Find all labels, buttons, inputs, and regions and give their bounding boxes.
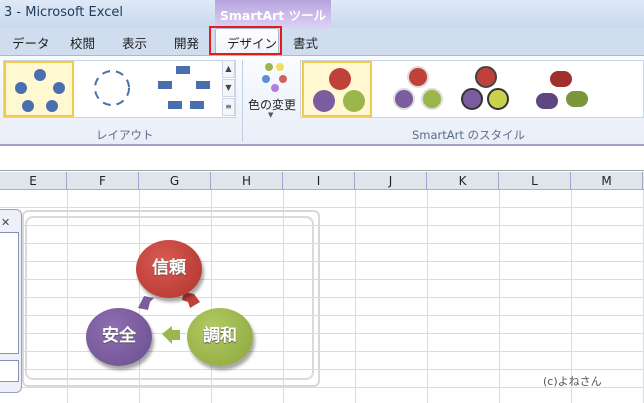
chevron-down-icon: ▼ [268,111,274,119]
gallery-scroll-up[interactable]: ▲ [222,60,235,78]
text-pane-footer [0,360,19,382]
layout-block-cycle[interactable] [150,61,220,117]
tab-developer[interactable]: 開発 [174,33,199,52]
gallery-scroll-down[interactable]: ▼ [222,79,235,97]
window-title: 3 - Microsoft Excel [4,5,123,20]
tab-view[interactable]: 表示 [122,33,147,52]
gallery-more[interactable]: ≡ [222,98,235,116]
arrow-green [162,326,180,344]
grid-row-line [0,207,644,208]
column-g[interactable]: G [139,172,211,190]
column-m[interactable]: M [571,172,643,190]
highlight-box [209,26,282,55]
layout-basic-cycle[interactable] [4,61,74,117]
layout-text-cycle[interactable] [80,61,150,117]
style-option-4[interactable] [526,61,596,117]
text-pane-input[interactable] [0,232,19,354]
node-harmony[interactable]: 調和 [187,308,253,366]
node-trust[interactable]: 信頼 [136,240,202,298]
column-h[interactable]: H [211,172,283,190]
column-header: E F G H I J K L M [0,172,644,190]
text-pane[interactable]: ✕ [0,209,22,393]
palette-icon [262,63,287,92]
style-option-1[interactable] [302,61,372,117]
column-j[interactable]: J [355,172,427,190]
watermark: (c)よねさん [543,375,602,388]
tab-review[interactable]: 校閲 [70,33,95,52]
style-option-3[interactable] [452,61,522,117]
style-option-2[interactable] [384,61,454,117]
ribbon-tabs [0,28,644,56]
smartart-tools-label: SmartArt ツール [219,8,327,23]
group-divider [242,60,243,142]
node-safety[interactable]: 安全 [86,308,152,366]
layout-group-label: レイアウト [96,128,154,142]
column-k[interactable]: K [427,172,499,190]
column-f[interactable]: F [67,172,139,190]
column-e[interactable]: E [0,172,67,190]
column-l[interactable]: L [499,172,571,190]
arrow-purple [138,296,154,310]
tab-data[interactable]: データ [12,33,50,52]
close-icon[interactable]: ✕ [1,216,10,229]
change-colors-button[interactable]: 色の変更 ▼ [246,58,302,122]
styles-group-label: SmartArt のスタイル [412,128,526,142]
tab-format[interactable]: 書式 [293,33,318,52]
column-i[interactable]: I [283,172,355,190]
formula-bar[interactable] [0,148,644,171]
